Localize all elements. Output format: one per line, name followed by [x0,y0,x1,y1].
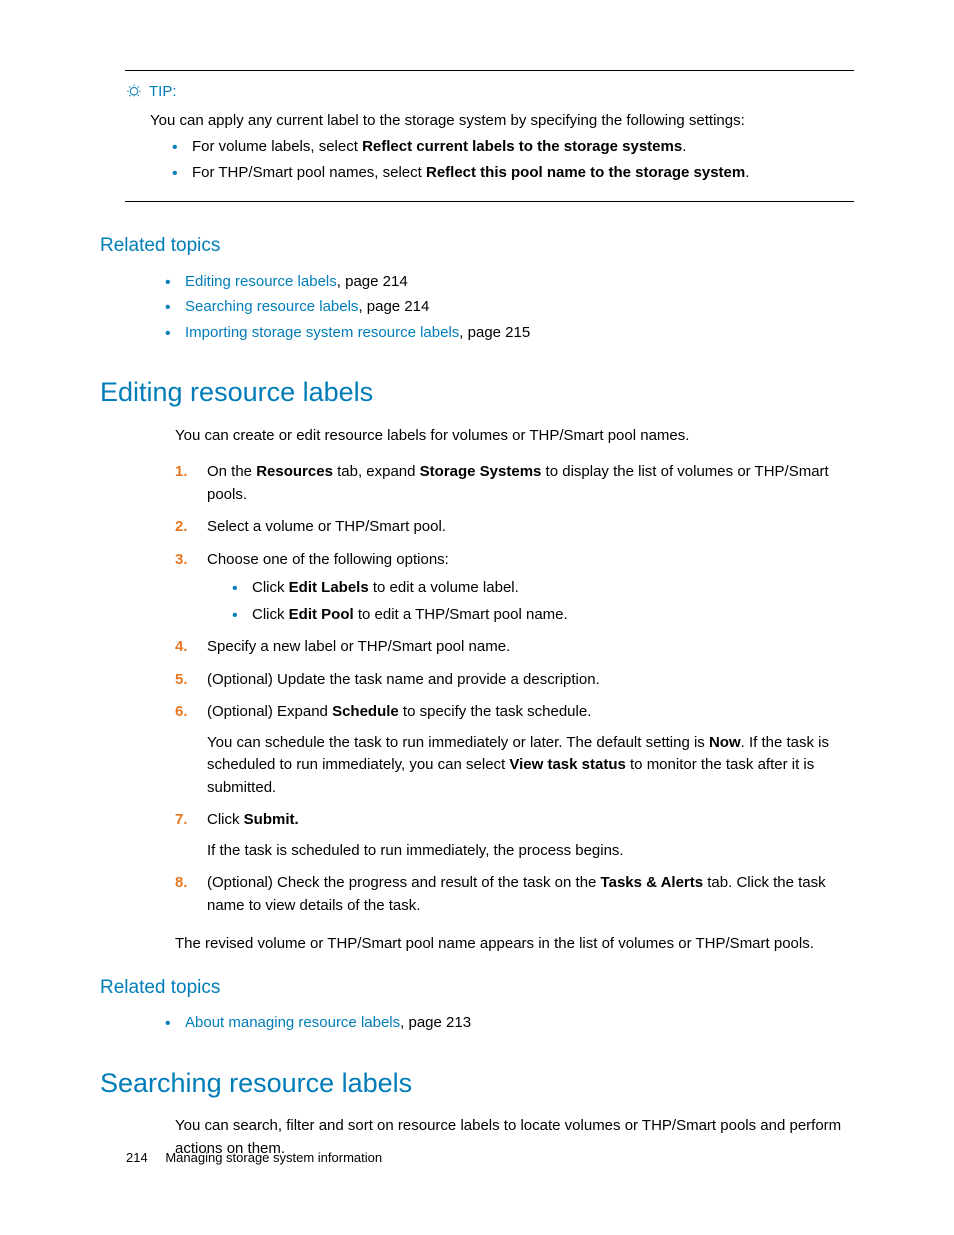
step-list: 1. On the Resources tab, expand Storage … [175,461,854,917]
sub-item: Click Edit Pool to edit a THP/Smart pool… [232,604,854,627]
step-extra: If the task is scheduled to run immediat… [207,840,854,863]
section-heading-editing: Editing resource labels [100,372,854,413]
related-topics-list: Editing resource labels, page 214 Search… [165,271,854,345]
step-item: 8. (Optional) Check the progress and res… [175,872,854,917]
step-number: 2. [175,516,188,539]
related-item: Editing resource labels, page 214 [165,271,854,294]
step-item: 5. (Optional) Update the task name and p… [175,669,854,692]
section-heading-searching: Searching resource labels [100,1063,854,1104]
link-importing-storage-system-resource-labels[interactable]: Importing storage system resource labels [185,324,459,341]
related-topics-list: About managing resource labels, page 213 [165,1012,854,1035]
step-number: 8. [175,872,188,895]
lightbulb-icon [125,83,143,101]
step-item: 3. Choose one of the following options: … [175,549,854,627]
related-item: About managing resource labels, page 213 [165,1012,854,1035]
tip-item: For THP/Smart pool names, select Reflect… [172,162,844,185]
step-item: 1. On the Resources tab, expand Storage … [175,461,854,506]
step-item: 7. Click Submit. If the task is schedule… [175,809,854,862]
step-number: 6. [175,701,188,724]
related-topics-heading: Related topics [100,232,854,261]
footer-title: Managing storage system information [165,1150,382,1165]
tip-intro: You can apply any current label to the s… [150,110,844,133]
step-sub-list: Click Edit Labels to edit a volume label… [232,577,854,626]
step-number: 1. [175,461,188,484]
step-item: 6. (Optional) Expand Schedule to specify… [175,701,854,799]
page-footer: 214 Managing storage system information [126,1148,382,1168]
tip-label: TIP: [149,81,177,104]
sub-item: Click Edit Labels to edit a volume label… [232,577,854,600]
step-number: 7. [175,809,188,832]
step-number: 4. [175,636,188,659]
document-page: TIP: You can apply any current label to … [0,0,954,1160]
step-extra: You can schedule the task to run immedia… [207,732,854,800]
section-closing: The revised volume or THP/Smart pool nam… [175,933,854,956]
related-item: Searching resource labels, page 214 [165,296,854,319]
section-intro: You can create or edit resource labels f… [175,425,854,448]
tip-header: TIP: [125,81,844,104]
tip-box: TIP: You can apply any current label to … [125,70,854,202]
step-number: 3. [175,549,188,572]
step-item: 2. Select a volume or THP/Smart pool. [175,516,854,539]
link-searching-resource-labels[interactable]: Searching resource labels [185,298,358,315]
tip-list: For volume labels, select Reflect curren… [172,136,844,184]
link-editing-resource-labels[interactable]: Editing resource labels [185,273,337,290]
page-number: 214 [126,1150,148,1165]
tip-item: For volume labels, select Reflect curren… [172,136,844,159]
step-number: 5. [175,669,188,692]
related-item: Importing storage system resource labels… [165,322,854,345]
related-topics-heading: Related topics [100,974,854,1003]
link-about-managing-resource-labels[interactable]: About managing resource labels [185,1014,400,1031]
step-item: 4. Specify a new label or THP/Smart pool… [175,636,854,659]
